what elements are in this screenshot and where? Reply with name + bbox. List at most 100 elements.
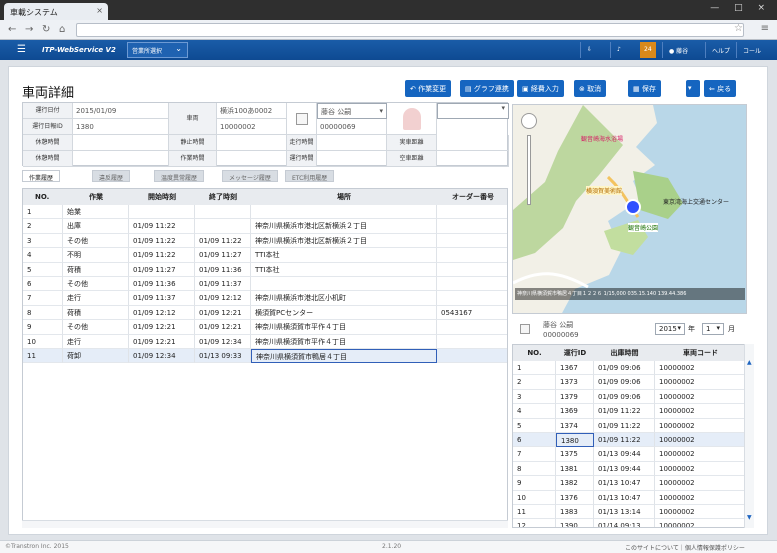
table-row[interactable]: 8 荷積 01/09 12:12 01/09 12:21 横須賀PCセンター 054316…	[23, 305, 507, 321]
table-cell: 神奈川県横浜市港北区新横浜２丁目	[251, 233, 437, 249]
scroll-up-icon[interactable]: ▲	[747, 359, 752, 366]
help-button[interactable]: ヘルプ	[705, 42, 736, 58]
right-table-cell: 10000002	[655, 476, 744, 491]
vertical-scrollbar[interactable]: ▲ ▼	[744, 344, 754, 528]
address-bar[interactable]	[76, 23, 744, 37]
office-select[interactable]: 営業所選択 ⌄	[127, 42, 188, 58]
save-button[interactable]: ▦ 保存	[628, 80, 661, 97]
tab-work-history[interactable]: 作業履歴	[22, 170, 61, 182]
table-cell	[437, 248, 507, 263]
table-cell: 神奈川県横浜市港北区新横浜２丁目	[251, 219, 437, 234]
bookmark-star-icon[interactable]: ☆	[734, 23, 743, 34]
right-table-cell: 1	[513, 361, 556, 376]
window-controls[interactable]: — □ ×	[710, 3, 771, 13]
tab-message-history[interactable]: メッセージ履歴	[222, 170, 278, 182]
download-icon[interactable]: ⇩	[580, 42, 598, 58]
driver-select[interactable]: 藤谷 公嗣 ▾	[317, 103, 387, 119]
right-table-row[interactable]: 4 1369 01/09 11:22 10000002	[513, 404, 744, 419]
table-cell: 8	[23, 305, 63, 321]
browser-menu-icon[interactable]: ≡	[761, 23, 769, 34]
table-cell: 01/09 11:22	[129, 233, 195, 249]
close-tab-icon[interactable]: ×	[96, 6, 103, 15]
col-start: 開始時刻	[148, 193, 176, 201]
table-row[interactable]: 5 荷積 01/09 11:27 01/09 11:36 TTI本社	[23, 262, 507, 277]
rest-time-label: 休憩時間	[23, 151, 73, 167]
tab-etc-history[interactable]: ETC利用履歴	[285, 170, 335, 182]
right-table-row[interactable]: 9 1382 01/13 10:47 10000002	[513, 476, 744, 491]
right-table-row[interactable]: 8 1381 01/13 09:44 10000002	[513, 461, 744, 477]
right-table-body: 1 1367 01/09 09:06 10000002 2 1373 01/09 09:06…	[513, 361, 744, 527]
year-label: 年	[688, 325, 695, 333]
table-row[interactable]: 3 その他 01/09 11:22 01/09 11:22 神奈川県横浜市港北区新横浜２…	[23, 233, 507, 249]
col-location: 場所	[337, 193, 351, 201]
table-cell: 01/09 12:12	[129, 305, 195, 321]
secondary-select[interactable]: ▾	[437, 103, 509, 119]
table-row[interactable]: 1 始業	[23, 205, 507, 220]
table-cell: 01/09 11:27	[129, 262, 195, 277]
expense-button[interactable]: ▣ 経費入力	[517, 80, 564, 97]
back-icon[interactable]: ←	[8, 24, 16, 35]
right-table-row[interactable]: 12 1390 01/14 09:13 10000002	[513, 519, 744, 527]
table-cell: 01/09 11:36	[195, 262, 251, 277]
right-table-row[interactable]: 10 1376 01/13 10:47 10000002	[513, 490, 744, 505]
bell-icon[interactable]: ♪	[610, 42, 627, 58]
table-row[interactable]: 2 出庫 01/09 11:22 神奈川県横浜市港北区新横浜２丁目	[23, 219, 507, 234]
right-table-cell: 3	[513, 389, 556, 405]
right-table-row[interactable]: 3 1379 01/09 09:06 10000002	[513, 389, 744, 405]
right-table-cell: 01/13 10:47	[594, 476, 655, 491]
table-cell	[437, 335, 507, 349]
save-options-button[interactable]: ▾	[686, 80, 700, 97]
vehicle-location-marker[interactable]	[625, 199, 641, 215]
vehicle-name: 横浜100あ0002	[217, 103, 287, 119]
right-table-cell: 1379	[556, 389, 594, 405]
col-no: NO.	[35, 193, 50, 201]
back-button[interactable]: ⇐ 戻る	[704, 80, 737, 97]
table-row[interactable]: 11 荷卸 01/09 12:34 01/13 09:33 神奈川県横須賀市鴨居４丁目	[23, 349, 507, 364]
right-table-cell: 10000002	[655, 505, 744, 520]
alert-badge[interactable]: 24	[640, 42, 656, 58]
table-row[interactable]: 9 その他 01/09 12:21 01/09 12:21 神奈川県横須賀市平作４丁目	[23, 320, 507, 335]
map-zoom-slider[interactable]	[527, 135, 531, 205]
browser-tab[interactable]: 車載システム ×	[4, 3, 108, 20]
table-header: NO. 作業 開始時刻 終了時刻 場所 オーダー番号	[23, 189, 507, 205]
tab-temperature-history[interactable]: 温度異常履歴	[154, 170, 205, 182]
run-date-label: 運行日付	[23, 103, 73, 119]
map-panel[interactable]: 観音崎海水浴場 横須賀美術館 東京湾海上交通センター 観音崎公園	[512, 104, 747, 314]
horizontal-scrollbar[interactable]	[22, 520, 508, 528]
cancel-button[interactable]: ⊗ 取消	[574, 80, 607, 97]
map-pan-control[interactable]	[521, 113, 537, 129]
right-table-row[interactable]: 5 1374 01/09 11:22 10000002	[513, 418, 744, 433]
vehicle-thumb-icon	[520, 324, 530, 334]
call-button[interactable]: コール	[736, 42, 767, 58]
empty-distance-label: 空車距離	[387, 151, 437, 167]
operation-list-table: NO. 運行ID 出庫時間 車両コード 1 1367 01/09 09:06 1000…	[512, 344, 745, 528]
right-table-row[interactable]: 7 1375 01/13 09:44 10000002	[513, 447, 744, 462]
right-table-row[interactable]: 11 1383 01/13 13:14 10000002	[513, 505, 744, 520]
user-menu[interactable]: ● 藤谷	[662, 42, 694, 58]
table-row[interactable]: 7 走行 01/09 11:37 01/09 12:12 神奈川県横浜市港北区小机町	[23, 291, 507, 306]
forward-icon[interactable]: →	[25, 24, 33, 35]
right-table-row[interactable]: 6 1380 01/09 11:22 10000002	[513, 433, 744, 448]
tab-violation-history[interactable]: 違反履歴	[92, 170, 131, 182]
home-icon[interactable]: ⌂	[59, 24, 65, 35]
table-cell: 01/09 11:22	[195, 233, 251, 249]
table-row[interactable]: 6 その他 01/09 11:36 01/09 11:37	[23, 277, 507, 292]
right-table-cell: 01/14 09:13	[594, 519, 655, 527]
table-row[interactable]: 4 不明 01/09 11:22 01/09 11:27 TTI本社	[23, 248, 507, 263]
graph-link-button[interactable]: ▤ グラフ連携	[460, 80, 514, 97]
menu-toggle-icon[interactable]: ☰	[17, 44, 26, 55]
right-table-row[interactable]: 2 1373 01/09 09:06 10000002	[513, 375, 744, 390]
table-cell	[437, 219, 507, 234]
right-table-row[interactable]: 1 1367 01/09 09:06 10000002	[513, 361, 744, 376]
right-table-cell: 5	[513, 418, 556, 433]
table-row[interactable]: 10 走行 01/09 12:21 01/09 12:34 神奈川県横須賀市平作４丁目	[23, 334, 507, 349]
scroll-down-icon[interactable]: ▼	[747, 514, 752, 521]
footer-links[interactable]: このサイトについて｜個人情報保護ポリシー	[625, 543, 745, 552]
reload-icon[interactable]: ↻	[42, 24, 50, 35]
month-select[interactable]: 1 ▾	[702, 323, 724, 335]
table-cell	[129, 205, 195, 220]
change-work-button[interactable]: ↶ 作業変更	[405, 80, 452, 97]
year-select[interactable]: 2015 ▾	[655, 323, 685, 335]
table-cell: 0543167	[437, 306, 507, 321]
table-cell: 01/09 12:12	[195, 291, 251, 306]
